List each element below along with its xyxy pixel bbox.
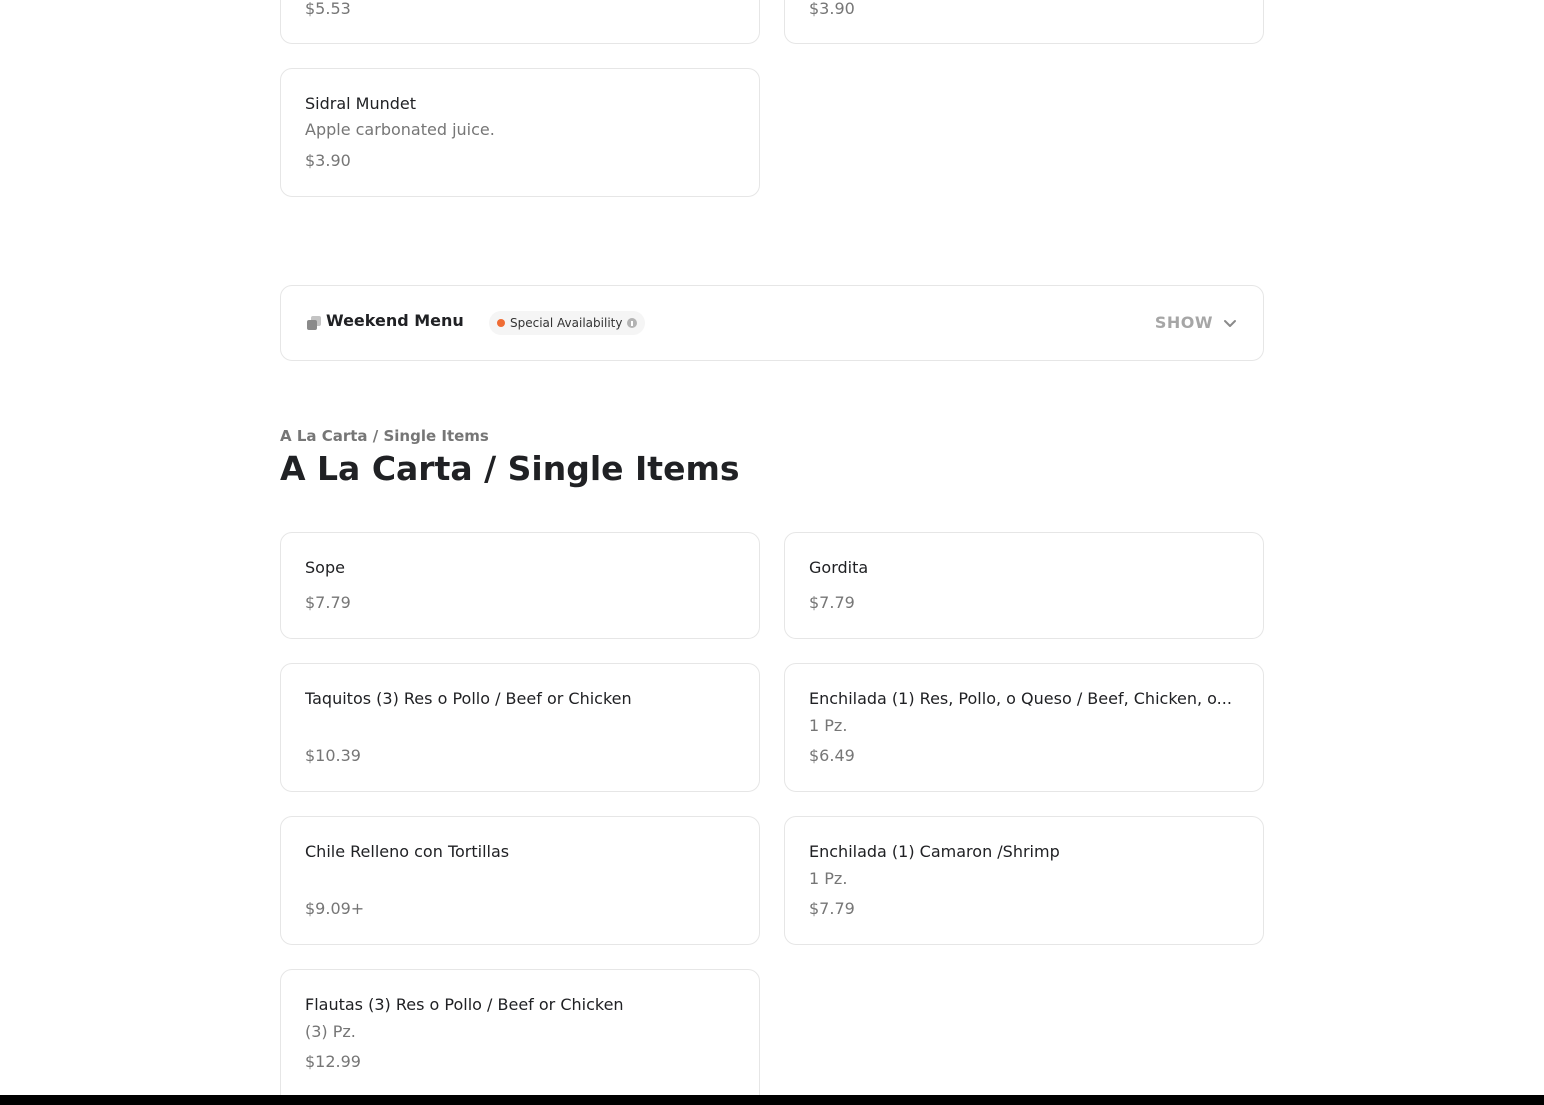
show-toggle-button[interactable]: SHOW xyxy=(1155,313,1237,332)
menu-item-card[interactable]: Sope $7.79 xyxy=(280,532,760,639)
availability-badge[interactable]: Special Availability xyxy=(489,311,646,335)
menu-item-card[interactable]: Flautas (3) Res o Pollo / Beef or Chicke… xyxy=(280,969,760,1105)
show-toggle-label: SHOW xyxy=(1154,313,1213,332)
item-price: $12.99 xyxy=(305,1052,361,1071)
menu-item-card[interactable]: $5.53 xyxy=(280,0,760,44)
weekend-menu-title: Weekend Menu xyxy=(326,311,464,330)
item-description: Apple carbonated juice. xyxy=(305,120,495,139)
item-name: Enchilada (1) Camaron /Shrimp xyxy=(809,842,1060,861)
item-price: $7.79 xyxy=(809,899,855,918)
section-breadcrumb: A La Carta / Single Items xyxy=(280,427,489,445)
menu-stack-icon xyxy=(307,316,321,330)
item-name: Sidral Mundet xyxy=(305,94,417,113)
menu-item-card[interactable]: Enchilada (1) Res, Pollo, o Queso / Beef… xyxy=(784,663,1264,792)
item-name: Enchilada (1) Res, Pollo, o Queso / Beef… xyxy=(809,689,1232,708)
item-description: (3) Pz. xyxy=(305,1022,356,1041)
section-title: A La Carta / Single Items xyxy=(280,449,740,488)
availability-label: Special Availability xyxy=(510,316,623,330)
menu-item-card[interactable]: $3.90 xyxy=(784,0,1264,44)
item-price: $7.79 xyxy=(809,593,855,612)
availability-dot-icon xyxy=(497,319,505,327)
item-name: Gordita xyxy=(809,558,869,577)
item-name: Chile Relleno con Tortillas xyxy=(305,842,510,861)
menu-item-card[interactable]: Sidral Mundet Apple carbonated juice. $3… xyxy=(280,68,760,197)
item-price: $5.53 xyxy=(305,0,351,18)
menu-item-card[interactable]: Chile Relleno con Tortillas $9.09+ xyxy=(280,816,760,945)
bottom-bar xyxy=(0,1095,1544,1105)
menu-page: $5.53 $3.90 Sidral Mundet Apple carbonat… xyxy=(0,0,1544,1105)
chevron-down-icon xyxy=(1224,319,1236,327)
weekend-menu-panel[interactable]: Weekend Menu Special Availability SHOW xyxy=(280,285,1264,361)
menu-item-card[interactable]: Enchilada (1) Camaron /Shrimp 1 Pz. $7.7… xyxy=(784,816,1264,945)
item-description: 1 Pz. xyxy=(809,716,848,735)
item-price: $10.39 xyxy=(305,746,361,765)
item-name: Sope xyxy=(305,558,345,577)
item-description: 1 Pz. xyxy=(809,869,848,888)
menu-item-card[interactable]: Taquitos (3) Res o Pollo / Beef or Chick… xyxy=(280,663,760,792)
item-price: $6.49 xyxy=(809,746,855,765)
info-icon[interactable] xyxy=(627,318,638,328)
item-price: $7.79 xyxy=(305,593,351,612)
item-price: $3.90 xyxy=(809,0,855,18)
menu-item-card[interactable]: Gordita $7.79 xyxy=(784,532,1264,639)
item-price: $3.90 xyxy=(305,151,351,170)
item-name: Flautas (3) Res o Pollo / Beef or Chicke… xyxy=(305,995,624,1014)
item-price: $9.09+ xyxy=(305,899,365,918)
item-name: Taquitos (3) Res o Pollo / Beef or Chick… xyxy=(305,689,632,708)
